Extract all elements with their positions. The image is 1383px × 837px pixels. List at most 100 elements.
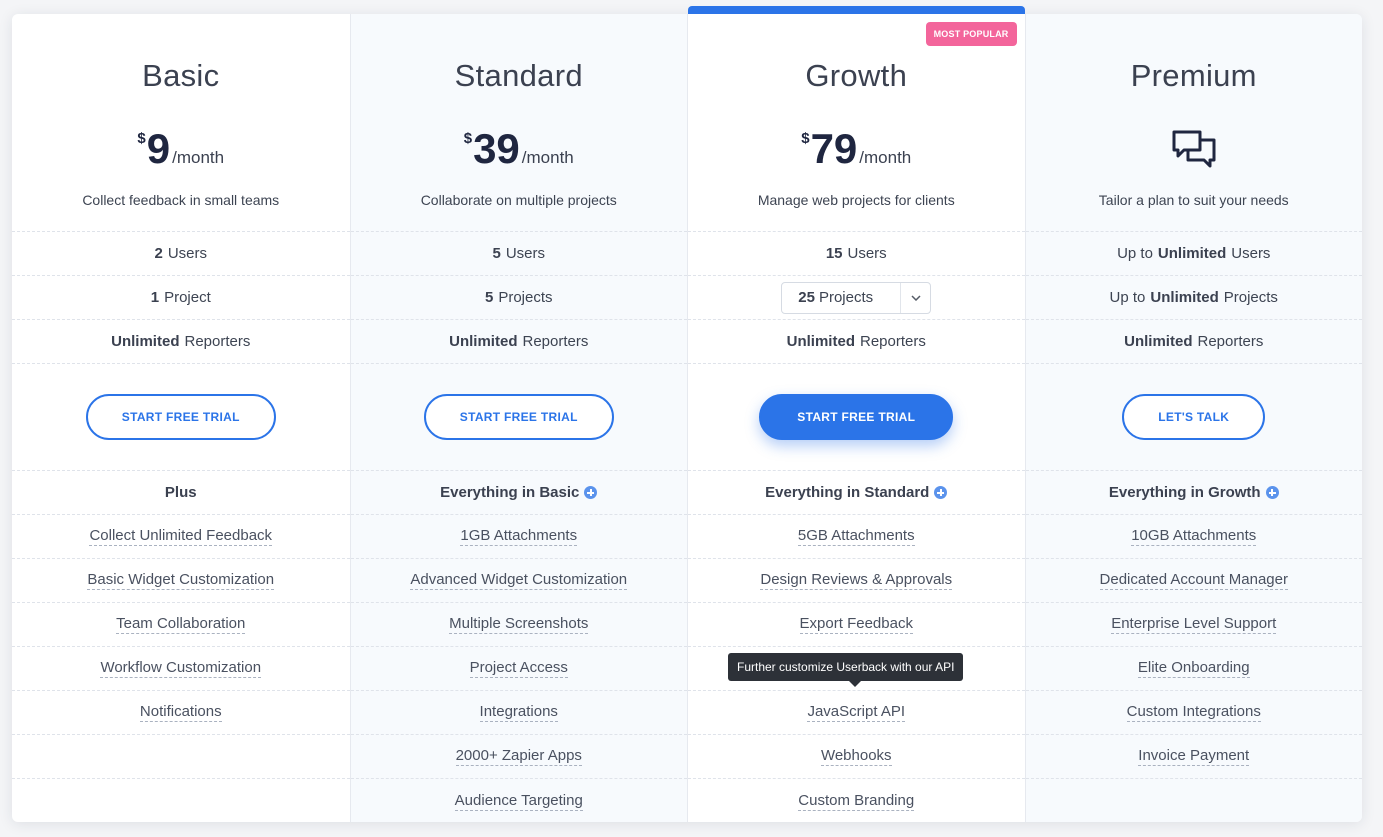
feature-row: Advanced Widget Customization <box>350 559 687 603</box>
users-count: Unlimited <box>1157 245 1227 262</box>
projects-count: 5 <box>484 289 494 306</box>
feature-item[interactable]: Elite Onboarding <box>1137 659 1250 678</box>
plan-basic: Basic $ 9 /month Collect feedback in sma… <box>12 14 350 822</box>
reporters-label: Reporters <box>859 333 926 350</box>
feature-item[interactable]: Advanced Widget Customization <box>410 571 628 590</box>
price: $ 9 /month <box>12 126 350 172</box>
pricing-table: Basic $ 9 /month Collect feedback in sma… <box>12 6 1362 822</box>
reporters-count: Unlimited <box>449 333 518 350</box>
plus-circle-icon[interactable] <box>934 486 948 499</box>
feature-row: Custom Integrations <box>1025 691 1362 735</box>
users-label: Users <box>847 245 887 262</box>
reporters-row: Unlimited Reporters <box>350 320 687 364</box>
feature-item[interactable]: Invoice Payment <box>1138 747 1250 766</box>
cta-zone: START FREE TRIAL <box>688 364 1025 471</box>
price-period: /month <box>859 148 912 167</box>
features-header-row: Everything in Growth <box>1025 471 1362 515</box>
cta-zone: START FREE TRIAL <box>350 364 687 471</box>
start-free-trial-button[interactable]: START FREE TRIAL <box>759 394 954 440</box>
price-amount: 39 <box>473 125 520 172</box>
feature-item[interactable]: Dedicated Account Manager <box>1099 571 1288 590</box>
price-amount: 79 <box>810 125 858 172</box>
feature-row: Export Feedback <box>688 603 1025 647</box>
price-period: /month <box>172 148 225 167</box>
reporters-row: Unlimited Reporters <box>12 320 350 364</box>
feature-row: Design Reviews & Approvals <box>688 559 1025 603</box>
plan-tagline: Tailor a plan to suit your needs <box>1098 192 1289 208</box>
plan-tagline: Collaborate on multiple projects <box>420 192 617 208</box>
feature-item[interactable]: Workflow Customization <box>100 659 262 678</box>
feature-row: Elite Onboarding <box>1025 647 1362 691</box>
plus-circle-icon[interactable] <box>584 486 598 499</box>
currency-symbol: $ <box>801 130 810 147</box>
feature-item[interactable]: Webhooks <box>820 747 892 766</box>
feature-row: Integrations <box>350 691 687 735</box>
users-row: 2 Users <box>12 232 350 276</box>
feature-item[interactable]: Enterprise Level Support <box>1111 615 1277 634</box>
features-header-row: Everything in Basic <box>350 471 687 515</box>
feature-item[interactable]: Custom Branding <box>798 792 915 811</box>
plan-tagline: Collect feedback in small teams <box>82 192 280 208</box>
feature-item[interactable]: Collect Unlimited Feedback <box>89 527 273 546</box>
feature-item[interactable]: Export Feedback <box>799 615 913 634</box>
features-header: Everything in Standard <box>765 484 930 501</box>
feature-item[interactable]: Multiple Screenshots <box>449 615 589 634</box>
cta-zone: START FREE TRIAL <box>12 364 350 471</box>
price: $ 39 /month <box>351 126 688 172</box>
projects-label: Projects <box>1223 289 1278 306</box>
plan-header: Premium Tailor a plan to suit your needs <box>1025 14 1362 232</box>
feature-row: 2000+ Zapier Apps <box>350 735 687 779</box>
feature-item[interactable]: Integrations <box>479 703 558 722</box>
feature-item[interactable]: 5GB Attachments <box>797 527 915 546</box>
feature-item[interactable]: Team Collaboration <box>116 615 246 634</box>
feature-row: 5GB Attachments <box>688 515 1025 559</box>
plan-name: Premium <box>1130 58 1257 93</box>
price: $ 79 /month <box>688 126 1025 172</box>
price-period: /month <box>521 148 574 167</box>
feature-item[interactable]: Audience Targeting <box>454 792 583 811</box>
plan-name: Basic <box>142 58 220 93</box>
features-header-row: Plus <box>12 471 350 515</box>
projects-row: 5 Projects <box>350 276 687 320</box>
users-row: 5 Users <box>350 232 687 276</box>
feature-row: Basic Widget Customization <box>12 559 350 603</box>
feature-item[interactable]: Design Reviews & Approvals <box>760 571 953 590</box>
feature-row: Notifications <box>12 691 350 735</box>
users-count: 5 <box>492 245 501 262</box>
feature-row: Invoice Payment <box>1025 735 1362 779</box>
projects-select[interactable]: 25 Projects <box>781 281 932 314</box>
projects-label: Project <box>164 289 211 306</box>
start-free-trial-button[interactable]: START FREE TRIAL <box>85 394 276 440</box>
feature-item[interactable]: Notifications <box>139 703 222 722</box>
chevron-down-icon[interactable] <box>900 282 930 313</box>
plan-header: Standard $ 39 /month Collaborate on mult… <box>350 14 688 232</box>
feature-row: Multiple Screenshots <box>350 603 687 647</box>
projects-count: 25 <box>798 289 815 306</box>
feature-item[interactable]: Project Access <box>469 659 568 678</box>
feature-item[interactable]: 10GB Attachments <box>1131 527 1257 546</box>
users-label: Users <box>1231 245 1271 262</box>
feature-item[interactable]: 1GB Attachments <box>460 527 578 546</box>
users-prefix: Up to <box>1117 245 1153 262</box>
plan-header: Growth $ 79 /month Manage web projects f… <box>688 14 1025 232</box>
feature-item[interactable]: Basic Widget Customization <box>87 571 275 590</box>
feature-row: Webhooks <box>688 735 1025 779</box>
start-free-trial-button[interactable]: START FREE TRIAL <box>423 394 614 440</box>
reporters-count: Unlimited <box>1124 333 1193 350</box>
feature-row: Dedicated Account Manager <box>1025 559 1362 603</box>
plan-header: Basic $ 9 /month Collect feedback in sma… <box>12 14 350 232</box>
feature-item[interactable]: 2000+ Zapier Apps <box>455 747 582 766</box>
features-header: Plus <box>164 484 197 501</box>
chat-bubbles-icon <box>1172 130 1216 168</box>
feature-item[interactable]: JavaScript API <box>807 703 906 722</box>
plan-name: Standard <box>454 58 583 93</box>
plus-circle-icon[interactable] <box>1265 486 1279 499</box>
users-row: 15 Users <box>688 232 1025 276</box>
users-count: 2 <box>154 245 163 262</box>
projects-row: Up to Unlimited Projects <box>1025 276 1362 320</box>
lets-talk-button[interactable]: LET'S TALK <box>1122 394 1266 440</box>
feature-item[interactable]: Custom Integrations <box>1126 703 1261 722</box>
price-amount: 9 <box>146 125 171 172</box>
feature-row: Project Access <box>350 647 687 691</box>
feature-row: Workflow Customization <box>12 647 350 691</box>
